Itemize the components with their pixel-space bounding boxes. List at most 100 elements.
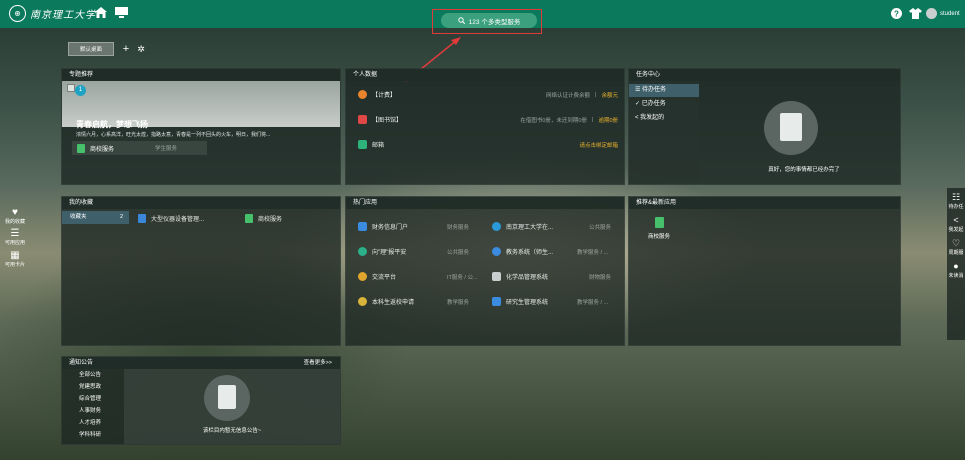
right-sidebar-label: 我发起	[948, 227, 964, 233]
left-sidebar-cards[interactable]: ▦ 可用卡片	[0, 250, 30, 268]
hot-app-name: 向"理"报平安	[372, 250, 407, 256]
favorites-folder[interactable]: 收藏夹 2	[62, 211, 129, 224]
right-sidebar-periodic[interactable]: ♡ 周期服	[947, 238, 965, 256]
clipboard-icon	[218, 385, 236, 409]
hot-apps-title: 热门应用	[346, 197, 624, 209]
favorite-item[interactable]: 大型仪器设备管理...	[138, 214, 204, 223]
hot-app-item[interactable]: 财务信息门户 财务服务	[358, 222, 488, 231]
hot-app-item[interactable]: 化学品管理系统 财物服务	[492, 272, 622, 281]
university-logo[interactable]: ⊛ 南京理工大学	[9, 5, 96, 22]
monitor-icon[interactable]	[115, 7, 128, 22]
clipboard-icon	[780, 113, 802, 141]
personal-data-panel: 个人数据 【计费】 网络认证计费余额 | 余额元 【图书馆】 在借图书0册，未还…	[345, 68, 625, 185]
hot-app-item[interactable]: 南京理工大学在... 公共服务	[492, 222, 622, 231]
task-list-icon: ☷	[951, 192, 961, 202]
hot-app-tag: 教学服务 / ...	[577, 299, 609, 306]
notice-empty-text: 该栏目内暂无信息公告~	[202, 428, 262, 434]
hot-app-tag: 财物服务	[589, 274, 612, 281]
right-sidebar-started[interactable]: < 我发起	[947, 215, 965, 233]
list-icon: ☰	[10, 228, 20, 239]
tasks-title: 任务中心	[629, 69, 900, 81]
help-icon[interactable]: ?	[891, 8, 902, 23]
hot-app-tag: 教学服务	[447, 299, 470, 306]
hot-app-name: 本科生返校申请	[372, 300, 415, 306]
grid-icon: ▦	[10, 250, 20, 261]
shirt-icon[interactable]	[909, 8, 922, 23]
featured-description: 浓情六月，心系高洋，旺光太煌，指路太意，青春是一列不回头的火车，明日，我们将..…	[76, 132, 271, 138]
home-icon[interactable]	[95, 7, 107, 22]
right-sidebar-label: 待办任	[948, 204, 964, 210]
featured-app-name: 商校服务	[90, 146, 115, 153]
hot-app-tag: 财务服务	[447, 224, 470, 231]
hot-app-name: 化学品管理系统	[506, 275, 549, 281]
add-desktop-button[interactable]: +	[119, 42, 133, 56]
notice-header: 通知公告 查看更多>>	[62, 357, 340, 369]
hot-app-item[interactable]: 交流平台 IT服务 / 公...	[358, 272, 488, 281]
app-tile-icon	[245, 214, 253, 223]
hot-app-name: 教务系统（师生...	[506, 250, 554, 256]
billing-separator: |	[595, 91, 597, 98]
tab-default-desktop[interactable]: 默认桌面	[68, 42, 114, 56]
mail-icon	[358, 140, 367, 149]
notice-title: 通知公告	[69, 360, 94, 366]
recommend-app-item[interactable]: 商校服务	[639, 217, 679, 240]
bind-mailbox-link[interactable]: 请点击绑定邮箱	[579, 141, 618, 149]
broken-image-icon	[67, 84, 75, 92]
hot-app-tag: IT服务 / 公...	[447, 274, 478, 281]
left-sidebar-apps[interactable]: ☰ 可用应用	[0, 228, 30, 246]
library-row[interactable]: 【图书馆】 在借图书0册，未还到期0册 | 逾期0册	[358, 115, 618, 124]
right-sidebar-label: 周期服	[948, 250, 964, 256]
chemical-system-icon	[492, 272, 501, 281]
library-label: 【图书馆】	[372, 118, 403, 124]
notice-more-link[interactable]: 查看更多>>	[304, 357, 332, 369]
recommend-title: 推荐&最新应用	[629, 197, 900, 209]
billing-icon	[358, 90, 367, 99]
hot-app-name: 研究生管理系统	[506, 300, 549, 306]
task-item-done[interactable]: ✓ 已办任务	[629, 98, 699, 111]
right-sidebar-unread[interactable]: ● 未读消	[947, 261, 965, 279]
tasks-empty-text: 真好，您的事情都已经办完了	[768, 167, 840, 173]
library-separator: |	[592, 116, 594, 123]
hot-app-item[interactable]: 教务系统（师生... 教学服务 / ...	[492, 247, 622, 256]
hot-app-item[interactable]: 本科生返校申请 教学服务	[358, 297, 488, 306]
billing-row[interactable]: 【计费】 网络认证计费余额 | 余额元	[358, 90, 618, 99]
recommend-panel: 推荐&最新应用 商校服务	[628, 196, 901, 346]
mailbox-row[interactable]: 邮箱 请点击绑定邮箱	[358, 140, 618, 149]
equipment-app-icon	[138, 214, 146, 223]
featured-app-item[interactable]: 商校服务 学生服务	[72, 141, 207, 155]
billing-balance-link[interactable]: 余额元	[601, 91, 618, 99]
right-sidebar: ☷ 待办任 < 我发起 ♡ 周期服 ● 未读消	[947, 188, 965, 340]
library-icon	[358, 115, 367, 124]
library-overdue-link[interactable]: 逾期0册	[598, 116, 618, 124]
hot-app-tag: 公共服务	[589, 224, 612, 231]
library-info: 在借图书0册，未还到期0册	[520, 117, 587, 124]
featured-app-tag: 学生服务	[155, 146, 178, 152]
hot-app-item[interactable]: 向"理"报平安 公共服务	[358, 247, 488, 256]
task-menu: ☰ 待办任务 ✓ 已办任务 < 我发起的	[629, 81, 699, 184]
task-item-started[interactable]: < 我发起的	[629, 112, 699, 125]
task-item-pending[interactable]: ☰ 待办任务	[629, 84, 699, 97]
favorite-item-label: 商校服务	[258, 217, 283, 223]
hot-apps-panel: 热门应用 财务信息门户 财务服务 南京理工大学在... 公共服务 向"理"报平安…	[345, 196, 625, 346]
task-item-label: 我发起的	[640, 115, 665, 121]
hot-app-item[interactable]: 研究生管理系统 教学服务 / ...	[492, 297, 622, 306]
mailbox-label: 邮箱	[372, 143, 385, 149]
favorites-title: 我的收藏	[62, 197, 340, 209]
notice-category[interactable]: 学科科研	[62, 429, 118, 442]
left-sidebar-label: 我的收藏	[4, 219, 25, 225]
right-sidebar-label: 未读消	[948, 273, 964, 279]
user-menu[interactable]: student	[926, 8, 960, 19]
featured-headline[interactable]: 青春启航，梦想飞扬	[76, 119, 148, 130]
left-sidebar-favorites[interactable]: ♥ 我的收藏	[0, 207, 30, 225]
avatar	[926, 8, 937, 19]
university-name: 南京理工大学	[30, 10, 96, 21]
billing-info: 网络认证计费余额	[546, 92, 591, 99]
desktop-settings-icon[interactable]: ✲	[134, 42, 148, 56]
user-name: student	[940, 10, 960, 17]
favorite-item[interactable]: 商校服务	[245, 214, 282, 223]
billing-label: 【计费】	[372, 93, 397, 99]
university-app-icon	[492, 222, 501, 231]
right-sidebar-pending[interactable]: ☷ 待办任	[947, 192, 965, 210]
featured-title: 专题推荐	[62, 69, 340, 81]
hot-app-name: 财务信息门户	[372, 225, 409, 231]
